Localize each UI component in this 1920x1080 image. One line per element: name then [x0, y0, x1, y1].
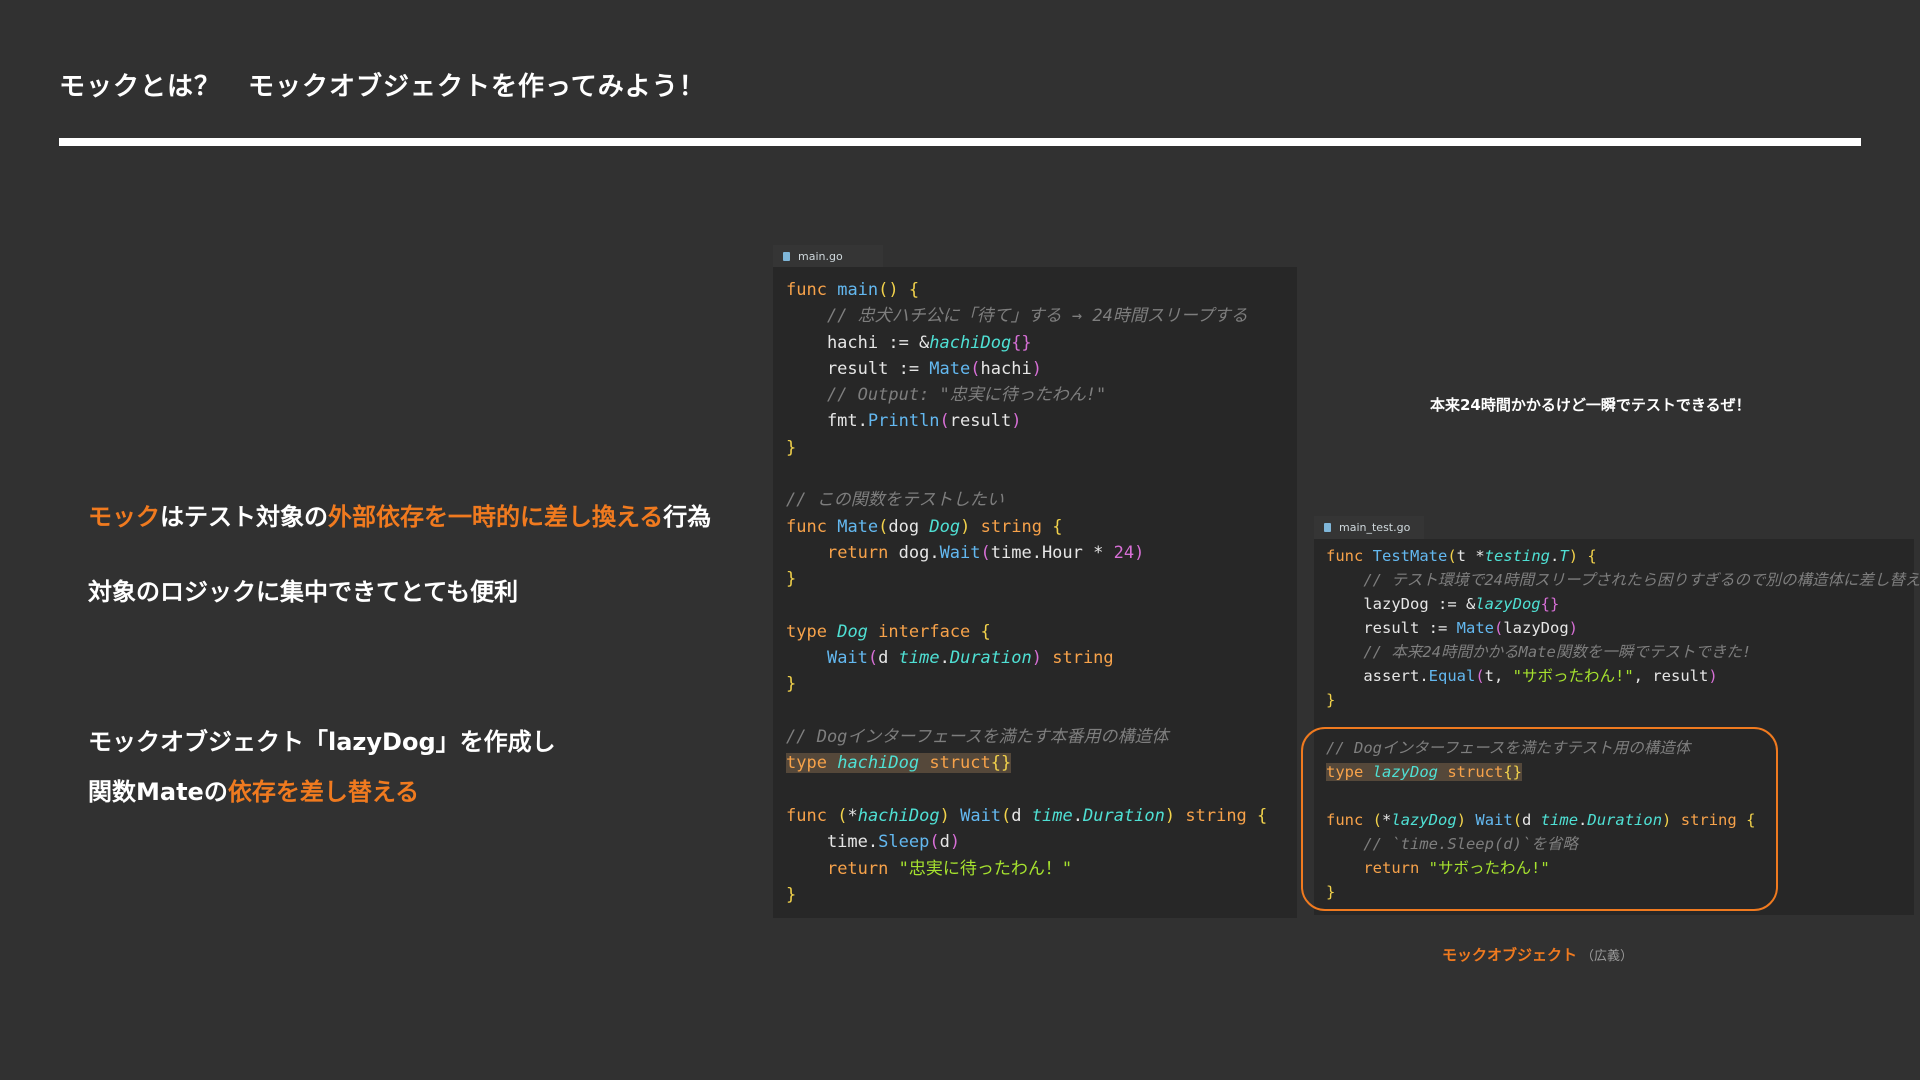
bullet-benefit: 対象のロジックに集中できてとても便利 [88, 572, 518, 607]
bullet-highlight: 外部依存を一時的に差し換える [328, 503, 664, 531]
code-block-main: func main() { // 忠犬ハチ公に「待て」する → 24時間スリープ… [786, 280, 1268, 905]
bullet-text: 関数Mateの [88, 778, 228, 806]
code-comment: // 本来24時間かかるMate関数を一瞬でテストできた! [1363, 643, 1752, 661]
bullet-mock-definition: モックはテスト対象の外部依存を一時的に差し換える行為 [88, 497, 711, 532]
go-file-icon [1324, 523, 1331, 532]
caption-paren: （広義） [1581, 949, 1634, 964]
tab-label: main_test.go [1339, 521, 1411, 534]
code-comment: // テスト環境で24時間スリープされたら困りすぎるので別の構造体に差し替える [1363, 571, 1920, 589]
bullet-text: 対象のロジックに集中できてとても便利 [88, 578, 519, 606]
code-editor-main: func main() { // 忠犬ハチ公に「待て」する → 24時間スリープ… [773, 267, 1297, 918]
mock-object-caption: モックオブジェクト （広義） [1442, 944, 1633, 965]
title-rule [59, 138, 1861, 146]
slide-title: モックとは？ モックオブジェクトを作ってみよう！ [59, 72, 706, 102]
bullet-create-mock: モックオブジェクト「lazyDog」を作成し [88, 722, 556, 757]
go-file-icon [783, 251, 790, 261]
code-string: "サボったわん!" [1512, 667, 1634, 685]
caption-text: モックオブジェクト [1442, 946, 1578, 964]
code-comment: // 忠犬ハチ公に「待て」する → 24時間スリープする [826, 306, 1248, 327]
editor-tab-main-test-go[interactable]: main_test.go [1314, 516, 1424, 539]
code-comment: // この関数をテストしたい [786, 490, 1004, 511]
bullet-text-mock: モック [88, 503, 160, 531]
bullet-text-end: 行為 [663, 503, 712, 531]
code-string: "忠実に待ったわん！" [898, 858, 1073, 879]
tab-label: main.go [798, 249, 843, 263]
bullet-highlight: 依存を差し替える [227, 778, 420, 806]
mock-object-highlight-box [1301, 727, 1778, 911]
bullet-text: モックオブジェクト「lazyDog」を作成し [88, 728, 556, 756]
annotation-instant-test: 本来24時間かかるけど一瞬でテストできるぜ！ [1430, 396, 1751, 414]
editor-tab-main-go[interactable]: main.go [773, 245, 883, 267]
code-comment: // Output: "忠実に待ったわん!" [826, 385, 1107, 406]
bullet-text: はテスト対象の [160, 503, 328, 531]
bullet-replace-dependency: 関数Mateの依存を差し替える [88, 772, 419, 807]
code-comment: // Dogインターフェースを満たす本番用の構造体 [786, 727, 1169, 748]
